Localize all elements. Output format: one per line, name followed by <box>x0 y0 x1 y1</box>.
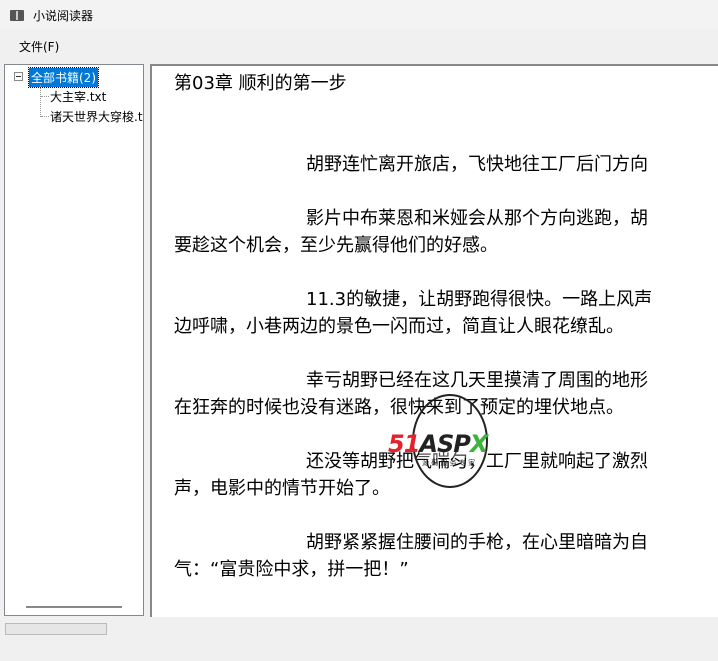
tree-node-book[interactable]: 诸天世界大穿梭.t <box>50 108 143 125</box>
paragraph-line: 胡野连忙离开旅店，飞快地往工厂后门方向 <box>306 154 648 175</box>
paragraph-line: 胡野紧紧握住腰间的手枪，在心里暗暗为自 <box>306 532 648 553</box>
menu-bar: 文件(F) <box>0 34 718 58</box>
window-title: 小说阅读器 <box>33 8 94 23</box>
scrollbar-thumb[interactable] <box>26 606 122 608</box>
book-icon <box>10 9 24 21</box>
paragraph-line: 11.3的敏捷，让胡野跑得很快。一路上风声 <box>306 289 653 310</box>
watermark-logo: 51ASPX 源 码 服 务 专 家 <box>388 394 518 494</box>
tree-connector <box>41 96 49 97</box>
paragraph-line: 要趁这个机会，至少先赢得他们的好感。 <box>174 235 498 256</box>
watermark-tagline: 源 码 服 务 专 家 <box>422 459 476 467</box>
status-bar <box>0 617 718 661</box>
book-tree[interactable]: 全部书籍(2) 大主宰.txt 诸天世界大穿梭.t <box>4 64 144 616</box>
chapter-title: 第03章 顺利的第一步 <box>174 73 347 94</box>
paragraph-line: 边呼啸，小巷两边的景色一闪而过，简直让人眼花缭乱。 <box>174 316 624 337</box>
paragraph-line: 气：“富贵险中求，拼一把！” <box>174 559 409 580</box>
horizontal-scrollbar[interactable] <box>6 600 142 614</box>
menu-file[interactable]: 文件(F) <box>13 38 65 55</box>
tree-connector <box>41 116 49 117</box>
watermark-brand: 51ASPX <box>388 430 488 458</box>
tree-connector <box>40 85 41 117</box>
reader-pane[interactable]: 第03章 顺利的第一步 胡野连忙离开旅店，飞快地往工厂后门方向 影片中布莱恩和米娅… <box>150 64 718 617</box>
status-panel <box>5 623 107 635</box>
collapse-icon[interactable] <box>14 72 23 81</box>
title-bar: 小说阅读器 <box>0 0 718 30</box>
paragraph-line: 幸亏胡野已经在这几天里摸清了周围的地形 <box>306 370 648 391</box>
tree-node-book[interactable]: 大主宰.txt <box>50 88 106 105</box>
chapter-text: 第03章 顺利的第一步 胡野连忙离开旅店，飞快地往工厂后门方向 影片中布莱恩和米娅… <box>174 70 652 610</box>
paragraph-line: 影片中布莱恩和米娅会从那个方向逃跑，胡 <box>306 208 648 229</box>
